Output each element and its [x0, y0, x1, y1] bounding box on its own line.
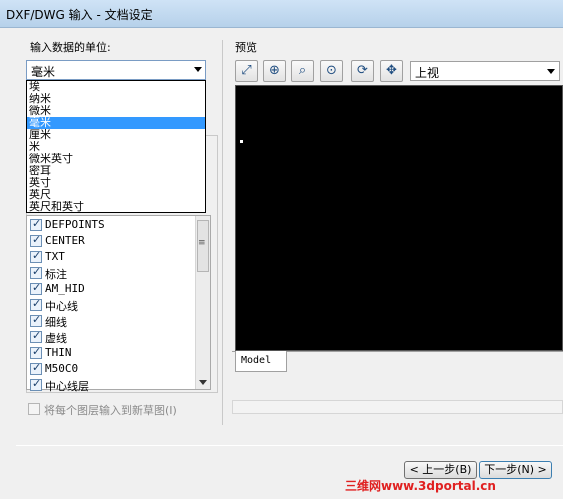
layer-name: TXT [45, 250, 65, 263]
checkmark-icon: ✓ [32, 377, 42, 390]
checkmark-icon: ✓ [32, 297, 42, 310]
checkmark-icon: ✓ [32, 313, 42, 326]
checkmark-icon: ✓ [32, 361, 42, 374]
units-option[interactable]: 微米 [27, 105, 205, 117]
tab-model[interactable]: Model [235, 351, 287, 372]
divider [16, 445, 563, 446]
layer-row[interactable]: ✓ M50C0 [29, 361, 194, 377]
checkmark-icon: ✓ [32, 233, 42, 246]
units-option[interactable]: 埃 [27, 81, 205, 93]
layer-name: CENTER [45, 234, 85, 247]
units-dropdown-list[interactable]: 埃纳米 微米 毫米 厘米米微米英寸 密耳 英寸 英尺 英尺和英寸 [26, 80, 206, 213]
chevron-down-icon[interactable] [194, 67, 202, 72]
units-selected-value: 毫米 [31, 65, 56, 79]
preview-label: 预览 [235, 41, 257, 54]
layer-checkbox[interactable]: ✓ [30, 329, 42, 343]
layer-checkbox[interactable]: ✓ [30, 377, 42, 391]
grip-icon: ≡ [198, 238, 206, 248]
zoom-to-fit-icon[interactable]: ⤢ [235, 60, 258, 82]
layer-row[interactable]: ✓ 中心线 [29, 297, 194, 313]
layer-checkbox[interactable]: ✓ [30, 345, 42, 359]
preview-canvas[interactable] [235, 85, 563, 351]
zoom-to-selection-icon[interactable]: ⊙ [320, 60, 343, 82]
units-option[interactable]: 米 [27, 141, 205, 153]
units-label: 输入数据的单位: [30, 41, 111, 54]
layer-name: 细线 [45, 316, 67, 329]
checkmark-icon: ✓ [32, 265, 42, 278]
units-option[interactable]: 毫米 [27, 117, 205, 129]
layer-name: 中心线 [45, 300, 78, 313]
scroll-down-icon[interactable] [199, 380, 207, 385]
preview-hscrollbar[interactable] [232, 400, 563, 414]
layer-row[interactable]: ✓ 标注 [29, 265, 194, 281]
layer-name: THIN [45, 346, 72, 359]
layer-name: AM_HID [45, 282, 85, 295]
units-select[interactable]: 毫米 [26, 60, 206, 80]
layer-name: 虚线 [45, 332, 67, 345]
layer-row[interactable]: ✓ CENTER [29, 233, 194, 249]
layer-name: M50C0 [45, 362, 79, 375]
checkmark-icon: ✓ [32, 281, 42, 294]
units-option[interactable]: 密耳 [27, 165, 205, 177]
checkmark-icon: ✓ [32, 329, 42, 342]
rotate-view-icon[interactable]: ⟳ [351, 60, 374, 82]
layer-row[interactable]: ✓ AM_HID [29, 281, 194, 297]
layer-name: 中心线层 [45, 380, 89, 393]
units-option[interactable]: 厘米 [27, 129, 205, 141]
units-option[interactable]: 英寸 [27, 177, 205, 189]
zoom-to-area-icon[interactable]: ⊕ [263, 60, 286, 82]
layer-checkbox[interactable]: ✓ [30, 313, 42, 327]
layer-row[interactable]: ✓ 虚线 [29, 329, 194, 345]
checkmark-icon: ✓ [32, 217, 42, 230]
checkmark-icon: ✓ [32, 345, 42, 358]
preview-geometry [240, 140, 243, 143]
layer-checkbox[interactable]: ✓ [30, 249, 42, 263]
units-option[interactable]: 纳米 [27, 93, 205, 105]
layer-checkbox[interactable]: ✓ [30, 361, 42, 375]
layer-name: DEFPOINTS [45, 218, 105, 231]
units-option[interactable]: 微米英寸 [27, 153, 205, 165]
divider [222, 40, 223, 425]
units-option[interactable]: 英尺 [27, 189, 205, 201]
checkmark-icon: ✓ [32, 249, 42, 262]
layer-row[interactable]: ✓ 中心线层 [29, 377, 194, 393]
layer-checkbox[interactable]: ✓ [30, 297, 42, 311]
layer-checkbox[interactable]: ✓ [30, 217, 42, 231]
layer-checkbox[interactable]: ✓ [30, 281, 42, 295]
new-sketch-option: 将每个图层输入到新草图(I) [28, 401, 218, 417]
pan-icon[interactable]: ✥ [380, 60, 403, 82]
layer-checkbox[interactable]: ✓ [30, 233, 42, 247]
view-selected-value: 上视 [415, 66, 440, 80]
layer-row[interactable]: ✓ 细线 [29, 313, 194, 329]
view-select[interactable]: 上视 [410, 61, 560, 81]
layer-name: 标注 [45, 268, 67, 281]
window-title: DXF/DWG 输入 - 文档设定 [6, 8, 153, 22]
watermark: 三维网www.3dportal.cn [345, 479, 496, 493]
preview-tabs: Model [232, 351, 563, 373]
chevron-down-icon[interactable] [547, 69, 555, 74]
layer-row[interactable]: ✓ DEFPOINTS [29, 217, 194, 233]
layers-scrollbar[interactable]: ≡ [195, 216, 210, 389]
zoom-in-out-icon[interactable]: ⌕ [291, 60, 314, 82]
new-sketch-checkbox [28, 403, 40, 415]
units-option[interactable]: 英尺和英寸 [27, 201, 205, 213]
layers-list[interactable]: ✓ DEFPOINTS ✓ CENTER ✓ TXT ✓ 标注 ✓ AM_HID ✓ 中心线 ✓ 细线 ✓ 虚… [26, 215, 211, 393]
title-bar: DXF/DWG 输入 - 文档设定 [0, 0, 563, 28]
layer-row[interactable]: ✓ TXT [29, 249, 194, 265]
preview-toolbar: ⤢ ⊕ ⌕ ⊙ ⟳ ✥ [235, 60, 409, 82]
layer-checkbox[interactable]: ✓ [30, 265, 42, 279]
layer-row[interactable]: ✓ THIN [29, 345, 194, 361]
new-sketch-label: 将每个图层输入到新草图(I) [44, 404, 177, 417]
